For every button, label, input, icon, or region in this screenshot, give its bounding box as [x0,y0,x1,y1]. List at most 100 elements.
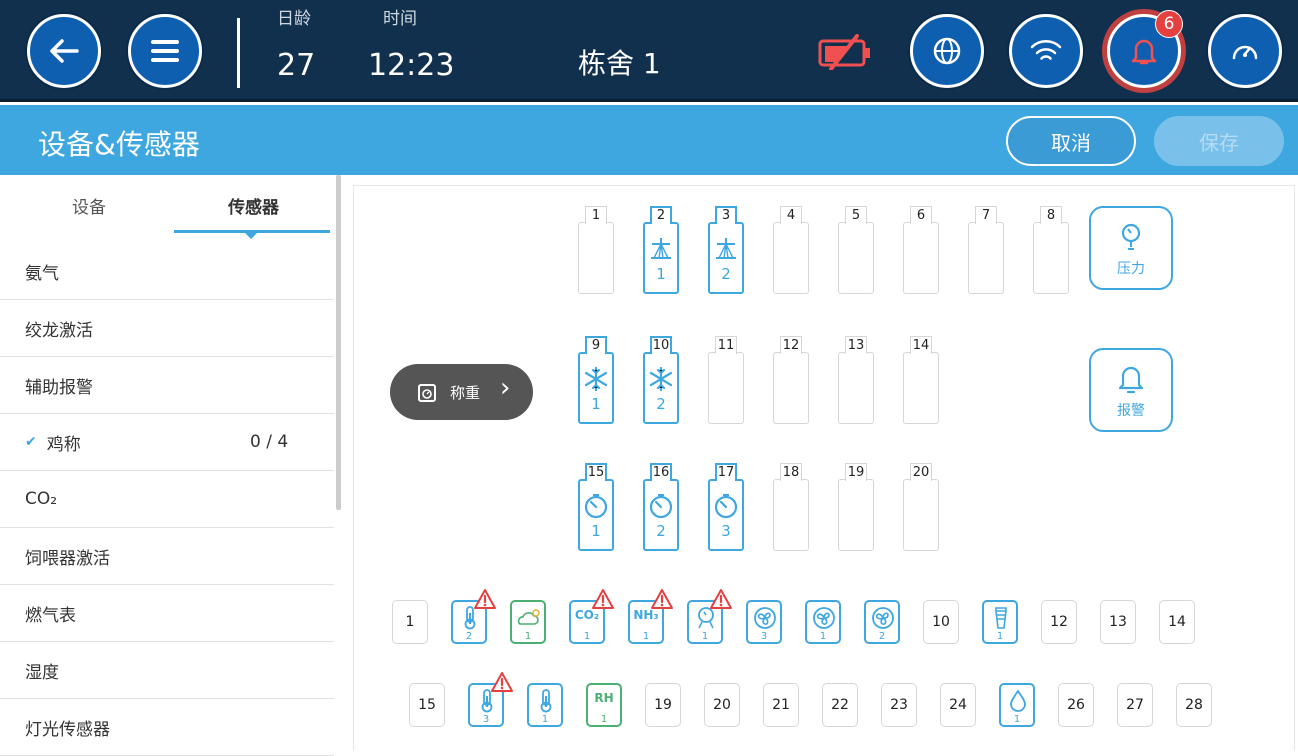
relay-slot[interactable]: 19 [838,463,874,551]
relay-slot[interactable]: 32 [708,206,744,294]
relay-slot[interactable]: 4 [773,206,809,294]
relay-slot[interactable]: 13 [838,336,874,424]
analog-input-cell[interactable]: 12 [1041,600,1077,644]
relay-slot[interactable]: 18 [773,463,809,551]
sensor-index: 3 [760,631,768,642]
sensor-type-label: NH₃ [633,608,659,622]
analog-input-cell[interactable]: 15 [409,683,445,727]
warning-icon [490,671,514,693]
alarm-count-badge: 6 [1155,10,1183,38]
analog-input-cell[interactable]: 1 [392,600,428,644]
slot-number: 2 [656,208,666,223]
slot-number: 10 [652,338,670,353]
relay-slot[interactable]: 5 [838,206,874,294]
relay-slot[interactable]: 7 [968,206,1004,294]
relay-slot[interactable]: 11 [708,336,744,424]
sidebar-item[interactable]: 湿度 [0,642,334,699]
sidebar-scrollbar[interactable] [336,175,341,510]
sidebar-item-count: 0 / 4 [250,432,289,452]
save-button[interactable]: 保存 [1154,116,1284,166]
top-bar: 日龄 27 时间 12:23 栋舍 1 6 [0,0,1298,102]
slot-number: 7 [981,208,991,223]
relay-slot[interactable]: 15 1 [578,463,614,551]
sprinkler-icon [646,236,676,262]
cancel-button[interactable]: 取消 [1006,116,1136,166]
sensor-index: 1 [524,631,532,642]
analog-input-cell[interactable]: 1 [999,683,1035,727]
analog-input-cell[interactable]: 19 [645,683,681,727]
analog-input-cell[interactable]: 21 [763,683,799,727]
tab-sensors[interactable]: 传感器 [228,193,279,218]
analog-input-cell[interactable]: 28 [1176,683,1212,727]
sidebar-item[interactable]: 辅助报警 [0,357,334,414]
analog-input-cell[interactable]: 23 [881,683,917,727]
sidebar-item[interactable]: ✔ 鸡称 0 / 4 [0,414,334,471]
tab-devices[interactable]: 设备 [72,193,106,218]
analog-input-cell[interactable]: RH 1 [586,683,622,727]
timer-icon [581,493,611,519]
relay-slot[interactable]: 14 [903,336,939,424]
analog-input-cell[interactable]: 22 [822,683,858,727]
time-value: 12:23 [368,48,455,83]
relay-slot[interactable]: 1 [578,206,614,294]
relay-slot[interactable]: 20 [903,463,939,551]
analog-input-number: 13 [1109,614,1127,630]
slot-number: 18 [782,465,800,480]
sidebar-item[interactable]: 灯光传感器 [0,699,334,756]
time-label: 时间 [383,9,417,29]
wifi-button[interactable] [1009,14,1083,88]
sidebar-item[interactable]: 绞龙激活 [0,300,334,357]
slot-number: 20 [912,465,930,480]
relay-slot[interactable]: 10 2 [643,336,679,424]
relay-slot[interactable]: 16 2 [643,463,679,551]
analog-input-number: 10 [932,614,950,630]
analog-input-cell[interactable]: 1 [527,683,563,727]
pressure-button[interactable]: 压力 [1089,206,1173,290]
weigh-button[interactable]: 称重 › [390,364,533,420]
sensor-index: 1 [583,631,591,642]
fan-icon [752,606,778,630]
language-button[interactable] [910,14,984,88]
alarm-settings-button[interactable]: 报警 [1089,348,1173,432]
scale-icon [418,384,436,402]
sidebar-item[interactable]: 氨气 [0,243,334,300]
sidebar-item-label: 灯光传感器 [25,719,110,740]
analog-input-number: 24 [949,697,967,713]
sensor-index: 1 [996,631,1004,642]
gauge-button[interactable] [1208,14,1282,88]
sidebar-item[interactable]: 饲喂器激活 [0,528,334,585]
alarm-label: 报警 [1117,403,1145,419]
relay-slot[interactable]: 17 3 [708,463,744,551]
analog-input-cell[interactable]: 20 [704,683,740,727]
sidebar-item-label: 辅助报警 [25,377,93,398]
sidebar-item[interactable]: 燃气表 [0,585,334,642]
sensor-type-label: RH [594,691,614,705]
slot-number: 12 [782,338,800,353]
relay-slot[interactable]: 8 [1033,206,1069,294]
menu-button[interactable] [128,14,202,88]
relay-slot[interactable]: 6 [903,206,939,294]
analog-input-number: 12 [1050,614,1068,630]
analog-input-cell[interactable]: 24 [940,683,976,727]
sidebar-item[interactable]: CO₂ [0,471,334,528]
analog-input-cell[interactable]: 1 [982,600,1018,644]
slot-device-index: 1 [591,522,601,540]
analog-input-cell[interactable]: 1 [805,600,841,644]
analog-input-cell[interactable]: 1 [510,600,546,644]
relay-slot[interactable]: 12 [773,336,809,424]
analog-input-cell[interactable]: 13 [1100,600,1136,644]
analog-input-cell[interactable]: 10 [923,600,959,644]
analog-input-cell[interactable]: 2 [864,600,900,644]
analog-input-number: 20 [713,697,731,713]
age-label: 日龄 [277,9,311,29]
analog-input-cell[interactable]: 27 [1117,683,1153,727]
back-button[interactable] [27,14,101,88]
snowflake-icon [581,366,611,392]
analog-input-cell[interactable]: 3 [746,600,782,644]
analog-input-cell[interactable]: 14 [1159,600,1195,644]
analog-input-cell[interactable]: 26 [1058,683,1094,727]
relay-slot[interactable]: 91 [578,336,614,424]
slot-number: 19 [847,465,865,480]
relay-slot[interactable]: 21 [643,206,679,294]
slot-number: 6 [916,208,926,223]
